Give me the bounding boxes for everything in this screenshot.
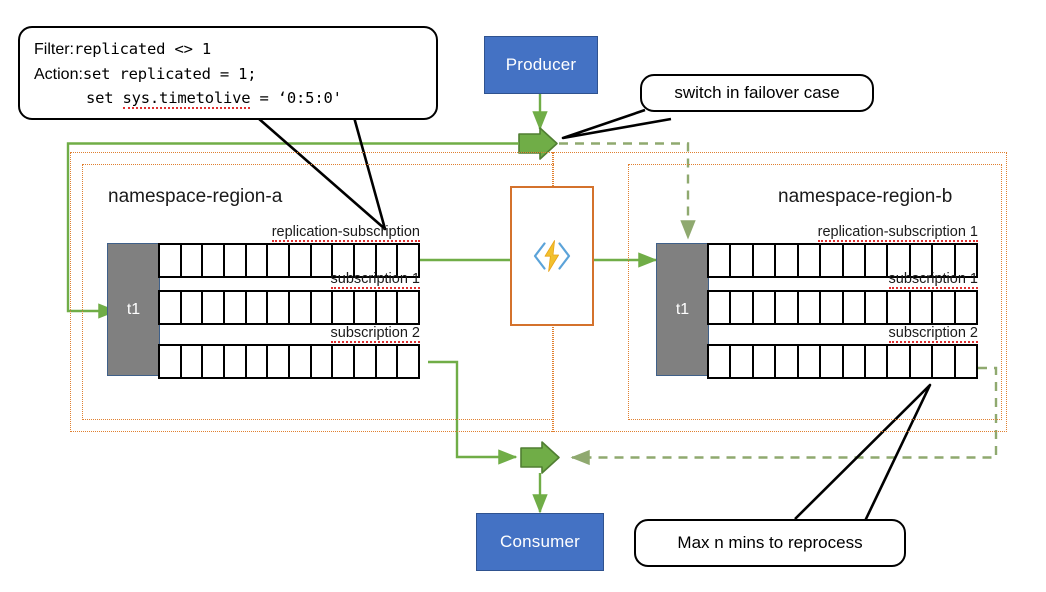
subscription-label-replication-a-text: replication-subscription	[271, 224, 420, 242]
callout-filter-rule-body: Filter:replicated <> 1 Action:set replic…	[20, 28, 436, 119]
queue-cell	[377, 292, 399, 323]
callout-max-reprocess: Max n mins to reprocess	[634, 519, 906, 567]
queue-cell	[182, 346, 204, 377]
queue-subscription-1-b[interactable]	[707, 290, 978, 325]
queue-subscription-1-a[interactable]	[158, 290, 420, 325]
queue-cell	[911, 346, 934, 377]
callout-action-line-2: set sys.timetolive = ‘0:5:0'	[34, 86, 422, 110]
queue-cell	[290, 292, 312, 323]
namespace-region-a-title: namespace-region-a	[108, 186, 283, 207]
topic-t1-region-a-label: t1	[126, 300, 141, 318]
queue-cell	[821, 292, 844, 323]
queue-cell	[355, 292, 377, 323]
queue-cell	[821, 346, 844, 377]
topic-t1-region-b-label: t1	[675, 300, 690, 318]
queue-cell	[268, 346, 291, 377]
subscription-label-1-a-text: subscription 1	[330, 271, 420, 289]
queue-cell	[866, 346, 889, 377]
subscription-label-replication-b: replication-subscription 1	[716, 224, 978, 242]
topic-t1-region-a[interactable]: t1	[107, 243, 160, 376]
queue-cell	[225, 346, 247, 377]
queue-subscription-2-a[interactable]	[158, 344, 420, 379]
queue-cell	[268, 292, 291, 323]
callout-switch-failover: switch in failover case	[640, 74, 874, 112]
producer-label: Producer	[505, 55, 577, 74]
callout-switch-failover-text: switch in failover case	[674, 83, 840, 102]
queue-cell	[203, 346, 226, 377]
queue-cell	[160, 292, 182, 323]
diagram-canvas: namespace-region-a t1 replication-subscr…	[0, 0, 1046, 592]
filter-label: Filter:	[34, 41, 74, 58]
queue-cell	[225, 292, 247, 323]
queue-cell	[956, 346, 976, 377]
queue-cell	[312, 346, 334, 377]
queue-cell	[888, 292, 911, 323]
queue-cell	[799, 346, 822, 377]
azure-function-box[interactable]	[510, 186, 594, 326]
queue-cell	[844, 292, 866, 323]
queue-subscription-2-b[interactable]	[707, 344, 978, 379]
subscription-label-1-b: subscription 1	[716, 271, 978, 289]
action-statement-1: set replicated = 1;	[82, 64, 257, 83]
switch-block-arrow-bottom	[520, 441, 560, 474]
queue-cell	[911, 292, 934, 323]
queue-cell	[754, 292, 777, 323]
callout-leader-switch	[561, 108, 672, 140]
filter-expression: replicated <> 1	[74, 40, 211, 58]
queue-cell	[799, 292, 822, 323]
namespace-region-b-title: namespace-region-b	[778, 186, 953, 207]
queue-cell	[956, 292, 976, 323]
queue-cell	[888, 346, 911, 377]
queue-cell	[355, 346, 377, 377]
queue-cell	[312, 292, 334, 323]
queue-cell	[182, 292, 204, 323]
queue-cell	[398, 292, 418, 323]
action-label: Action:	[34, 65, 83, 83]
subscription-label-1-b-text: subscription 1	[888, 271, 978, 289]
subscription-label-replication-a: replication-subscription	[160, 224, 420, 242]
subscription-label-2-a: subscription 2	[160, 325, 420, 343]
queue-cell	[933, 346, 956, 377]
consumer-label: Consumer	[499, 532, 581, 551]
callout-max-reprocess-text: Max n mins to reprocess	[677, 533, 863, 552]
queue-cell	[377, 346, 399, 377]
queue-cell	[731, 346, 754, 377]
subscription-label-replication-b-text: replication-subscription 1	[817, 224, 978, 242]
queue-cell	[290, 346, 312, 377]
queue-cell	[731, 292, 754, 323]
queue-cell	[398, 346, 418, 377]
subscription-label-2-b: subscription 2	[716, 325, 978, 343]
action-statement-2-property: sys.timetolive	[122, 89, 251, 110]
subscription-label-2-a-text: subscription 2	[330, 325, 420, 343]
queue-cell	[333, 292, 356, 323]
producer-box[interactable]: Producer	[484, 36, 598, 94]
queue-cell	[933, 292, 956, 323]
topic-t1-region-b[interactable]: t1	[656, 243, 709, 376]
queue-cell	[709, 346, 732, 377]
callout-filter-line: Filter:replicated <> 1	[34, 37, 422, 62]
action-statement-2-suffix: = ‘0:5:0'	[250, 89, 342, 108]
queue-cell	[844, 346, 866, 377]
callout-action-line-1: Action:set replicated = 1;	[34, 62, 422, 87]
subscription-label-2-b-text: subscription 2	[888, 325, 978, 343]
queue-cell	[754, 346, 777, 377]
queue-cell	[866, 292, 889, 323]
queue-cell	[776, 346, 799, 377]
subscription-label-1-a: subscription 1	[160, 271, 420, 289]
action-statement-2-prefix: set	[86, 89, 123, 108]
azure-functions-icon	[533, 240, 571, 272]
queue-cell	[776, 292, 799, 323]
consumer-box[interactable]: Consumer	[476, 513, 604, 571]
queue-cell	[709, 292, 732, 323]
queue-cell	[333, 346, 356, 377]
queue-cell	[247, 292, 269, 323]
queue-cell	[203, 292, 226, 323]
queue-cell	[160, 346, 182, 377]
queue-cell	[247, 346, 269, 377]
callout-filter-rule: Filter:replicated <> 1 Action:set replic…	[18, 26, 438, 120]
